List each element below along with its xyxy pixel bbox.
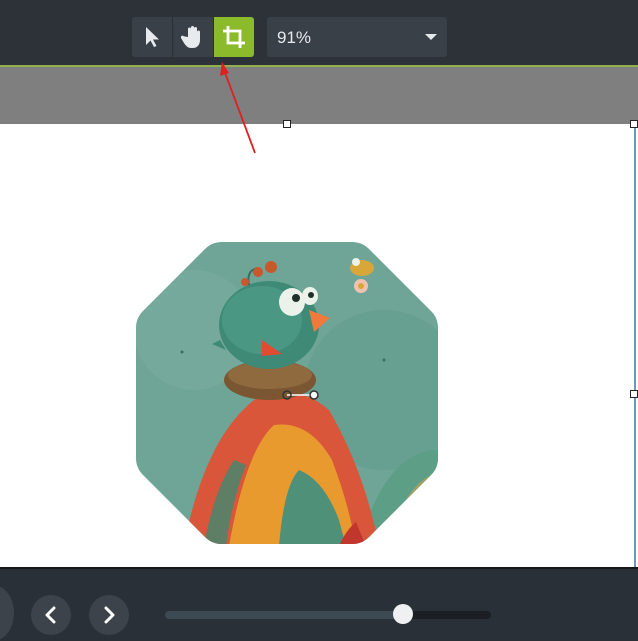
canvas-handle-top-right[interactable]	[630, 120, 638, 128]
crop-tool-button[interactable]	[213, 17, 254, 57]
select-tool-button[interactable]	[132, 17, 172, 57]
zoom-slider-track[interactable]	[165, 611, 491, 619]
tool-group	[132, 17, 254, 57]
canvas-handle-top[interactable]	[283, 120, 291, 128]
crop-icon	[223, 26, 245, 48]
zoom-dropdown[interactable]: 91%	[267, 17, 447, 57]
chevron-left-icon	[45, 606, 56, 624]
canvas-right-edge	[634, 124, 636, 567]
pointer-icon	[146, 27, 159, 47]
zoom-slider-fill	[165, 611, 403, 619]
hand-icon	[181, 26, 200, 48]
bottom-bar-divider	[0, 567, 638, 569]
annotation-arrow	[220, 62, 256, 154]
pan-tool-button[interactable]	[172, 17, 213, 57]
next-button[interactable]	[89, 595, 129, 635]
cropped-image[interactable]	[134, 240, 440, 546]
previous-button[interactable]	[31, 595, 71, 635]
chevron-down-icon	[425, 34, 437, 40]
canvas-margin	[0, 67, 638, 124]
zoom-value: 91%	[277, 28, 312, 47]
chevron-right-icon	[104, 606, 115, 624]
zoom-slider-knob[interactable]	[392, 604, 413, 624]
canvas-handle-right[interactable]	[630, 390, 638, 398]
